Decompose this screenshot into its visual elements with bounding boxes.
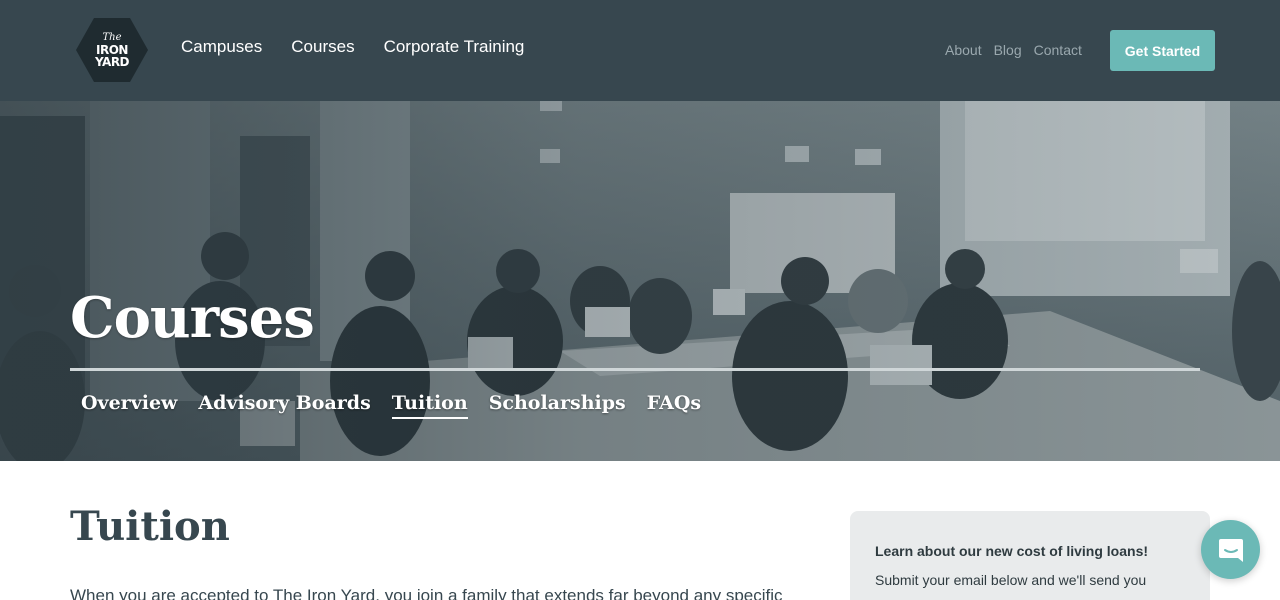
logo-wordmark: The IRON YARD (76, 18, 148, 82)
tab-scholarships[interactable]: Scholarships (489, 392, 626, 419)
tab-faqs[interactable]: FAQs (647, 392, 701, 419)
site-header: The IRON YARD Campuses Courses Corporate… (0, 0, 1280, 101)
courses-sub-nav: Overview Advisory Boards Tuition Scholar… (81, 392, 722, 419)
chat-launcher-button[interactable] (1201, 520, 1260, 579)
intro-paragraph: When you are accepted to The Iron Yard, … (70, 586, 783, 600)
nav-about[interactable]: About (945, 42, 982, 58)
loan-signup-card: Learn about our new cost of living loans… (850, 511, 1210, 600)
card-title: Learn about our new cost of living loans… (875, 543, 1149, 559)
tab-overview[interactable]: Overview (81, 392, 177, 419)
secondary-nav: About Blog Contact (945, 42, 1094, 58)
chat-bubble-icon (1218, 538, 1243, 562)
primary-nav: Campuses Courses Corporate Training (181, 37, 553, 57)
get-started-button[interactable]: Get Started (1110, 30, 1215, 71)
logo-line-yard: YARD (94, 54, 130, 69)
logo-line-iron: IRON (96, 42, 128, 57)
card-body: Submit your email below and we'll send y… (875, 572, 1147, 588)
hero-divider (70, 368, 1200, 371)
tab-advisory-boards[interactable]: Advisory Boards (198, 392, 370, 419)
page-heading: Tuition (70, 503, 230, 550)
tab-tuition[interactable]: Tuition (391, 392, 468, 419)
nav-blog[interactable]: Blog (994, 42, 1022, 58)
logo-line-the: The (102, 31, 122, 43)
nav-corporate-training[interactable]: Corporate Training (384, 37, 525, 57)
nav-campuses[interactable]: Campuses (181, 37, 262, 57)
hero-title: Courses (70, 285, 315, 351)
nav-courses[interactable]: Courses (291, 37, 354, 57)
site-logo[interactable]: The IRON YARD (76, 18, 148, 82)
nav-contact[interactable]: Contact (1034, 42, 1082, 58)
hero-banner: Courses Overview Advisory Boards Tuition… (0, 101, 1280, 461)
